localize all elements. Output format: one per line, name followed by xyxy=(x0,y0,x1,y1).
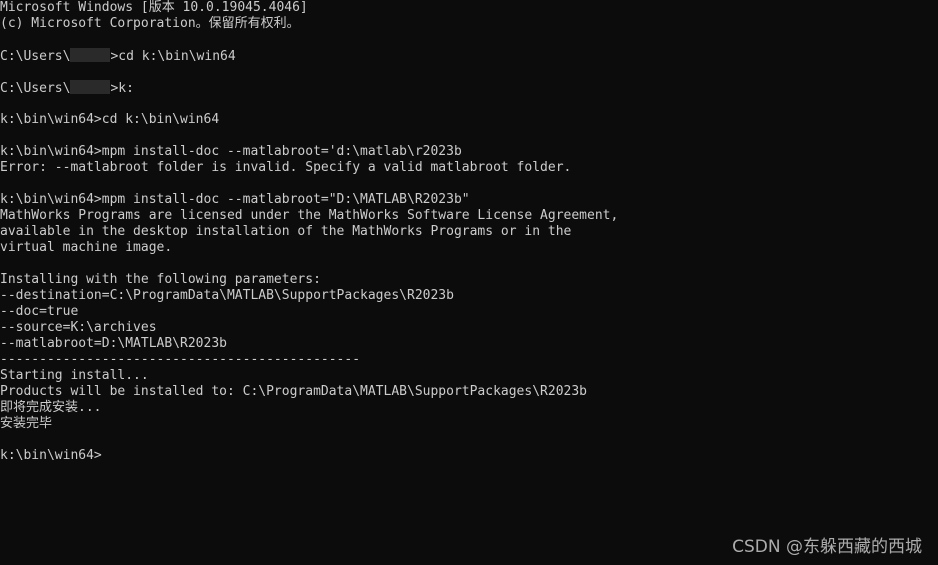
console-line: k:\bin\win64>mpm install-doc --matlabroo… xyxy=(0,192,470,207)
console-line: (c) Microsoft Corporation。保留所有权利。 xyxy=(0,16,300,31)
console-line: 即将完成安装... xyxy=(0,400,102,415)
console-window[interactable]: Microsoft Windows [版本 10.0.19045.4046] (… xyxy=(0,0,938,565)
command-prompt: k:\bin\win64> xyxy=(0,448,102,463)
console-text: >k: xyxy=(110,81,134,96)
console-line: 安装完毕 xyxy=(0,416,53,431)
watermark: CSDN @东躲西藏的西城 xyxy=(732,537,922,557)
console-line: Products will be installed to: C:\Progra… xyxy=(0,384,587,399)
console-line: Installing with the following parameters… xyxy=(0,272,321,287)
console-text: >cd k:\bin\win64 xyxy=(110,49,236,64)
console-line: k:\bin\win64>cd k:\bin\win64 xyxy=(0,112,220,127)
console-output: Microsoft Windows [版本 10.0.19045.4046] (… xyxy=(0,0,930,472)
console-text: C:\Users\ xyxy=(0,49,71,64)
console-line: C:\Users\ >k: xyxy=(0,80,134,96)
console-line: --source=K:\archives xyxy=(0,320,157,335)
console-line: --doc=true xyxy=(0,304,79,319)
console-line: Error: --matlabroot folder is invalid. S… xyxy=(0,160,572,175)
console-line: k:\bin\win64>mpm install-doc --matlabroo… xyxy=(0,144,462,159)
redacted-username xyxy=(70,80,111,94)
console-line: --matlabroot=D:\MATLAB\R2023b xyxy=(0,336,227,351)
console-line: C:\Users\ >cd k:\bin\win64 xyxy=(0,48,236,64)
console-line: --destination=C:\ProgramData\MATLAB\Supp… xyxy=(0,288,454,303)
console-text: C:\Users\ xyxy=(0,81,71,96)
command-input[interactable] xyxy=(101,448,402,464)
redacted-username xyxy=(70,48,111,62)
console-line: virtual machine image. xyxy=(0,240,173,255)
console-line: available in the desktop installation of… xyxy=(0,224,572,239)
prompt-line[interactable]: k:\bin\win64> xyxy=(0,448,402,464)
console-line: MathWorks Programs are licensed under th… xyxy=(0,208,619,223)
console-line: Starting install... xyxy=(0,368,149,383)
console-line: Microsoft Windows [版本 10.0.19045.4046] xyxy=(0,0,308,15)
console-line: ----------------------------------------… xyxy=(0,352,361,367)
